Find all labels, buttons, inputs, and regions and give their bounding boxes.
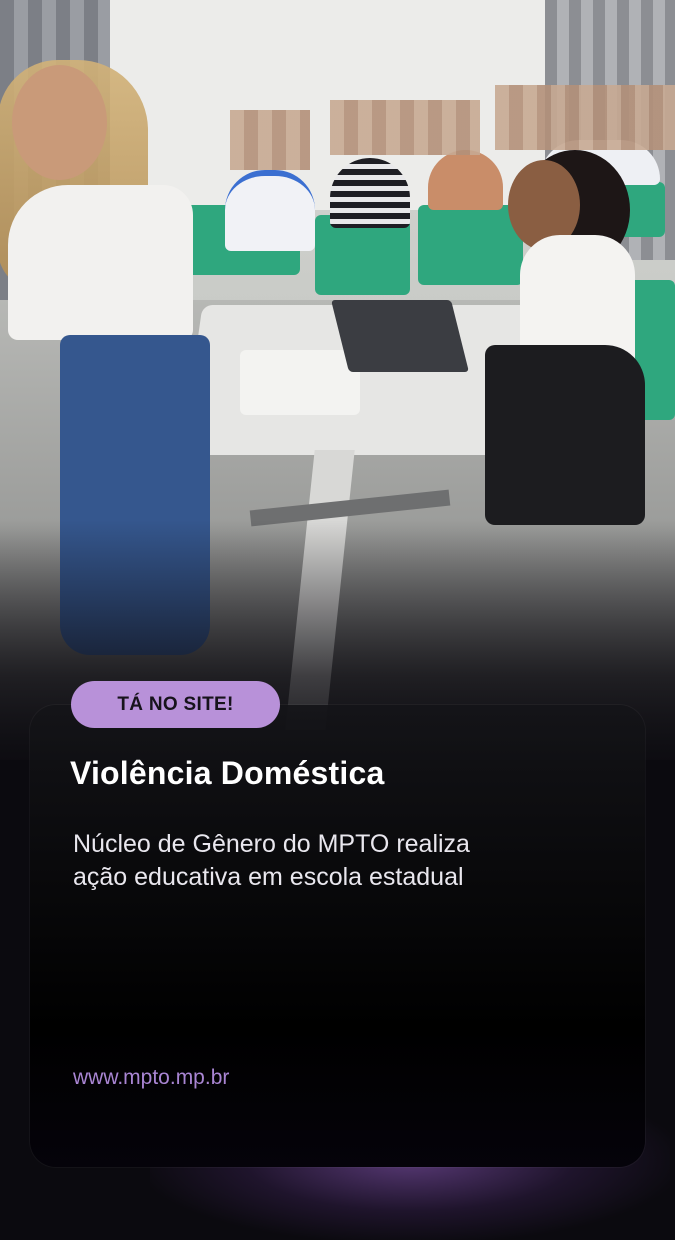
headline: Violência Doméstica: [70, 755, 385, 791]
photo-speaker-head: [12, 65, 107, 180]
photo-blurred-face: [330, 100, 480, 155]
subtitle: Núcleo de Gênero do MPTO realiza ação ed…: [73, 830, 470, 891]
photo-chair: [418, 205, 523, 285]
website-link[interactable]: www.mpto.mp.br: [73, 1066, 229, 1090]
photo-laptop: [331, 300, 469, 372]
photo-student: [225, 170, 315, 251]
photo-seated-pants: [485, 345, 645, 525]
photo-speaker-shirt: [8, 185, 193, 340]
photo-student: [330, 158, 410, 228]
photo-blurred-face: [495, 85, 675, 150]
photo-projector: [240, 350, 360, 415]
photo-blurred-face: [230, 110, 310, 170]
site-badge[interactable]: TÁ NO SITE!: [71, 681, 280, 728]
site-badge-label: TÁ NO SITE!: [117, 693, 234, 715]
